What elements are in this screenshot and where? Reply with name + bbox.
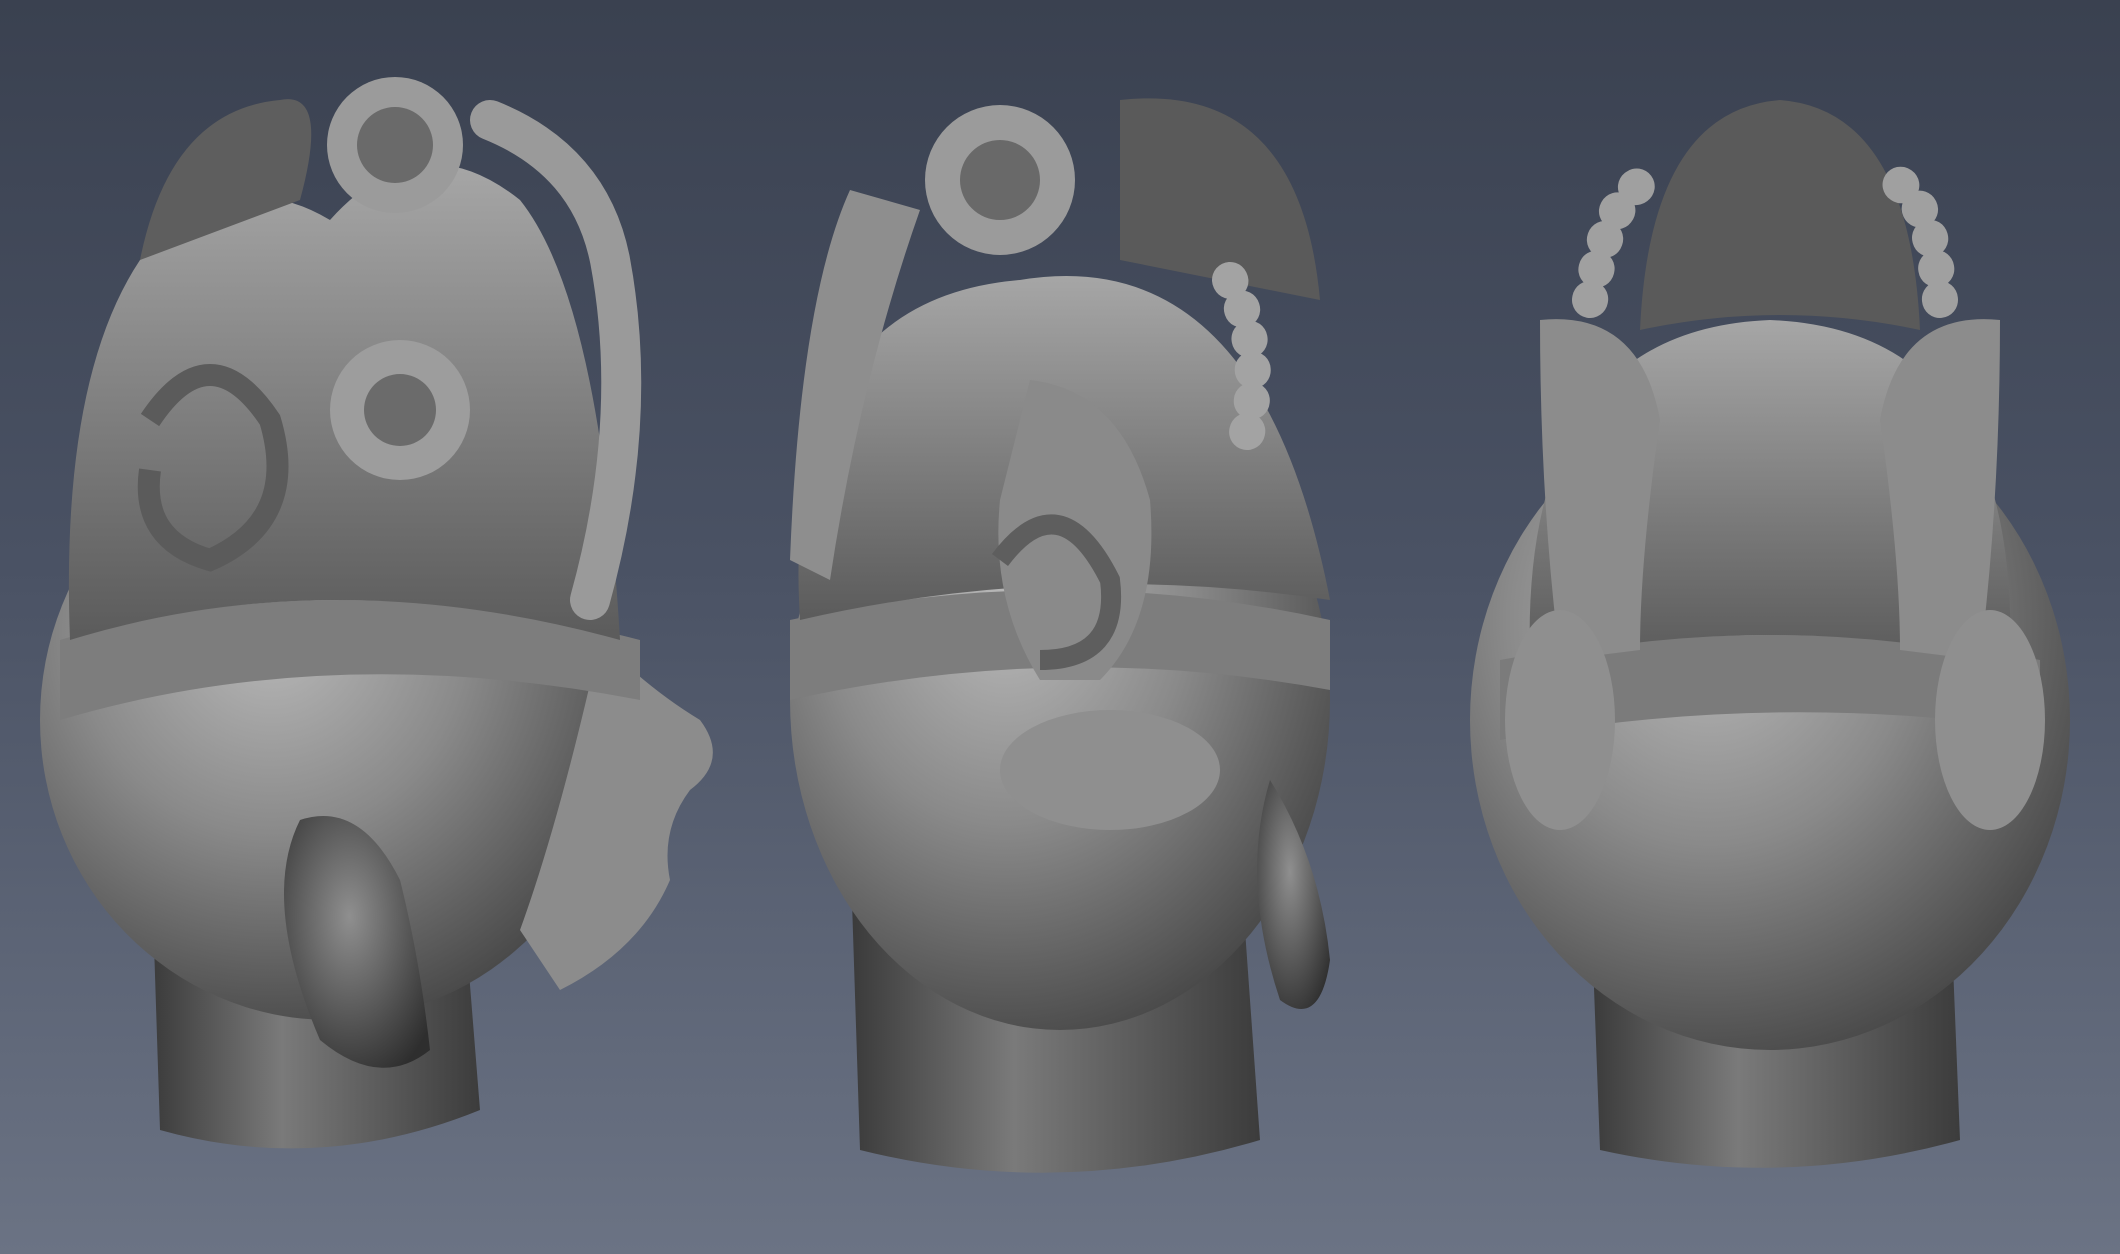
crown-back-plate [1640, 100, 1920, 330]
tassel-ornament [1000, 710, 1220, 830]
tassel-ornament [1935, 610, 2045, 830]
render-canvas [40, 77, 2070, 1173]
viewport [0, 0, 2120, 1254]
back-three-quarter-view [790, 98, 1330, 1173]
flower-ornament [330, 340, 470, 480]
three-quarter-left-view [40, 77, 713, 1149]
flower-ornament [327, 77, 463, 213]
tassel-ornament [1505, 610, 1615, 830]
beaded-ornament [1572, 162, 1668, 318]
flower-ornament [925, 105, 1075, 255]
rear-view [1470, 100, 2070, 1168]
